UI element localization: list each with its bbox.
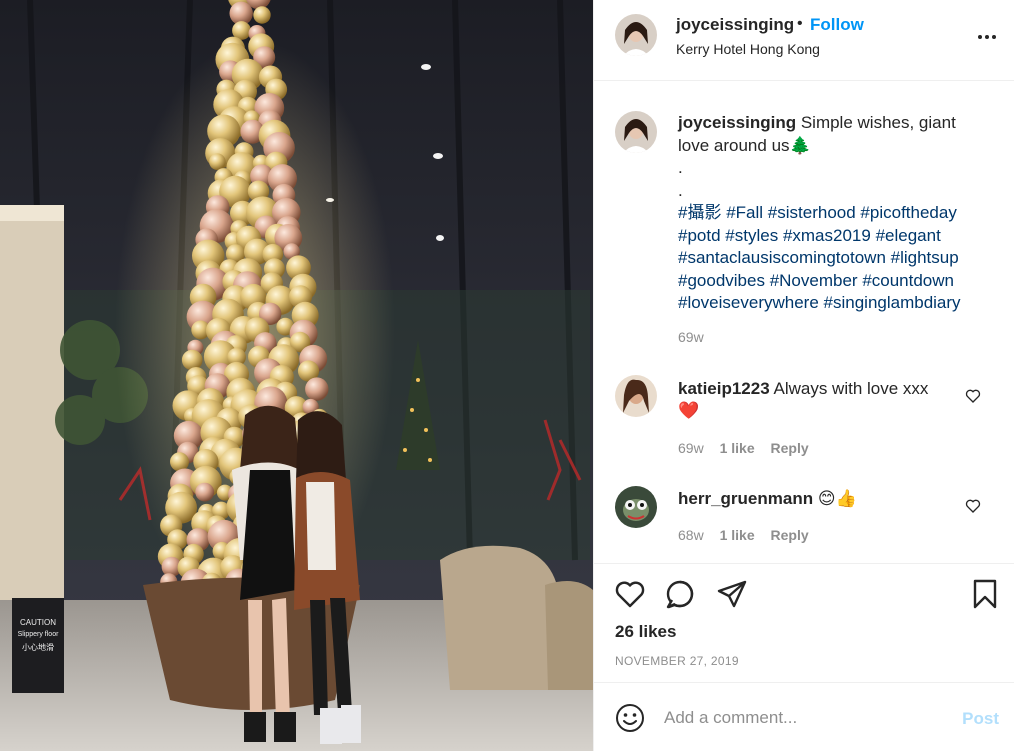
caption-dot: . <box>678 158 683 177</box>
comments-list[interactable]: joyceissinging Simple wishes, giant love… <box>594 82 1014 563</box>
emoji-icon[interactable] <box>615 703 645 733</box>
post-actions: 26 likes NOVEMBER 27, 2019 <box>594 563 1014 681</box>
caption-dot: . <box>678 180 683 200</box>
hashtag-link[interactable]: #lightsup <box>891 248 959 267</box>
comment-meta: 68w 1 like Reply <box>678 527 821 543</box>
tree-emoji: 🌲 <box>789 135 811 155</box>
location-link[interactable]: Kerry Hotel Hong Kong <box>676 41 820 57</box>
author-username-link[interactable]: joyceissinging <box>676 15 794 35</box>
ornament-ball <box>253 6 271 24</box>
hashtag-link[interactable]: #goodvibes <box>678 271 765 290</box>
comment-timestamp[interactable]: 69w <box>678 440 704 456</box>
bookmark-icon[interactable] <box>969 578 1001 610</box>
hashtag-link[interactable]: #countdown <box>862 271 954 290</box>
comment-like-count[interactable]: 1 like <box>720 440 755 456</box>
comment-text: katieip1223 Always with love xxx ❤️ <box>678 378 958 422</box>
caution-sign-line3: 小心地滑 <box>22 642 54 652</box>
hashtag-link[interactable]: #picoftheday <box>860 203 956 222</box>
comment-avatar[interactable] <box>615 486 657 528</box>
author-avatar[interactable] <box>615 14 657 56</box>
post-date[interactable]: NOVEMBER 27, 2019 <box>615 654 739 668</box>
reply-button[interactable]: Reply <box>771 527 809 543</box>
comment-username-link[interactable]: herr_gruenmann <box>678 489 813 508</box>
comment-username-link[interactable]: katieip1223 <box>678 379 770 398</box>
comment-timestamp[interactable]: 68w <box>678 527 704 543</box>
caption-username-link[interactable]: joyceissinging <box>678 113 796 132</box>
hashtag-link[interactable]: #styles <box>725 226 778 245</box>
ornament-ball <box>209 153 226 170</box>
comment-avatar[interactable] <box>615 375 657 417</box>
post-side-panel: joyceissinging • Follow Kerry Hotel Hong… <box>593 0 1014 751</box>
photo-illustration: CAUTION Slippery floor 小心地滑 <box>0 0 593 751</box>
like-count[interactable]: 26 likes <box>615 622 676 642</box>
hashtag-link[interactable]: #Fall <box>726 203 763 222</box>
comment-like-heart-icon[interactable] <box>965 388 981 404</box>
comment-icon[interactable] <box>664 578 696 610</box>
post-header: joyceissinging • Follow Kerry Hotel Hong… <box>594 0 1014 81</box>
caption-text: joyceissinging Simple wishes, giant love… <box>678 112 988 315</box>
ornament-ball <box>305 377 329 401</box>
reply-button[interactable]: Reply <box>771 440 809 456</box>
smile-thumbsup-emoji: 😊👍 <box>817 489 857 508</box>
caution-sign-line1: CAUTION <box>20 618 56 627</box>
caption-timestamp[interactable]: 69w <box>678 329 704 345</box>
hashtag-link[interactable]: #potd <box>678 226 721 245</box>
header-separator-dot: • <box>797 15 803 32</box>
hashtag-link[interactable]: #xmas2019 <box>783 226 871 245</box>
red-heart-emoji: ❤️ <box>678 401 700 420</box>
hashtag-link[interactable]: #singinglambdiary <box>824 293 961 312</box>
comment-meta: 69w 1 like Reply <box>678 440 821 456</box>
comment-text: herr_gruenmann 😊👍 <box>678 488 958 510</box>
hashtag-link[interactable]: #sisterhood <box>768 203 856 222</box>
heart-icon[interactable] <box>614 578 646 610</box>
caution-sign-line2: Slippery floor <box>18 631 60 638</box>
post-comment-button[interactable]: Post <box>962 709 999 729</box>
hashtag-link[interactable]: #攝影 <box>678 203 721 222</box>
caption-avatar[interactable] <box>615 111 657 153</box>
share-icon[interactable] <box>716 578 748 610</box>
hashtag-link[interactable]: #elegant <box>876 226 941 245</box>
comment-input[interactable] <box>664 701 954 735</box>
hashtag-list: #攝影 #Fall #sisterhood #picoftheday #potd… <box>678 203 961 312</box>
add-comment-bar: Post <box>594 682 1014 751</box>
more-options-icon[interactable] <box>975 25 999 49</box>
hashtag-link[interactable]: #santaclausiscomingtotown <box>678 248 886 267</box>
comment-body: Always with love xxx <box>773 379 929 398</box>
hashtag-link[interactable]: #loveiseverywhere <box>678 293 819 312</box>
comment-like-count[interactable]: 1 like <box>720 527 755 543</box>
ornament-ball <box>170 452 189 472</box>
ornament-ball <box>195 482 215 502</box>
follow-button[interactable]: Follow <box>810 15 864 35</box>
comment-like-heart-icon[interactable] <box>965 498 981 514</box>
ornament-ball <box>181 349 203 371</box>
hashtag-link[interactable]: #November <box>770 271 858 290</box>
post-photo[interactable]: CAUTION Slippery floor 小心地滑 <box>0 0 593 751</box>
